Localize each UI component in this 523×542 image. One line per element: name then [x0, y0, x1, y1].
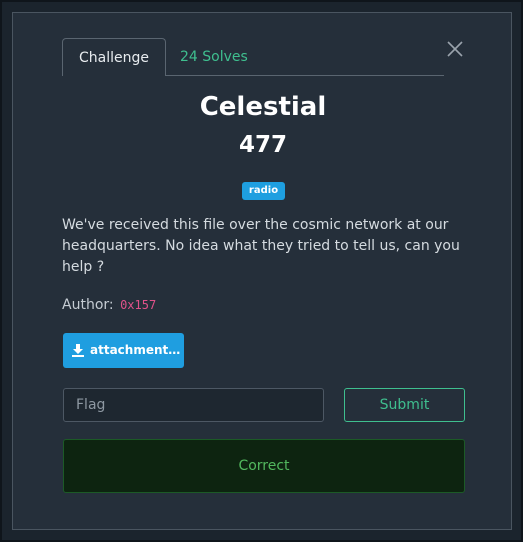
challenge-points: 477: [238, 132, 287, 158]
author-name: 0x157: [120, 298, 157, 312]
attachment-label: attachment…: [90, 343, 181, 357]
challenge-description: We've received this file over the cosmic…: [62, 217, 460, 275]
submit-button[interactable]: Submit: [344, 388, 465, 422]
tab-solves[interactable]: 24 Solves: [180, 38, 248, 76]
author-label: Author:: [62, 297, 114, 313]
category-tag: radio: [242, 182, 285, 200]
close-icon: [447, 41, 463, 57]
attachment-button[interactable]: attachment…: [63, 333, 184, 368]
close-button[interactable]: [445, 39, 465, 59]
tab-challenge[interactable]: Challenge: [62, 38, 166, 76]
author-line: Author: 0x157: [62, 297, 156, 313]
challenge-title: Celestial: [199, 92, 327, 122]
result-message: Correct: [63, 439, 465, 493]
download-icon: [72, 344, 84, 357]
challenge-modal: Challenge 24 Solves Celestial 477 radio …: [12, 12, 512, 530]
modal-tabs: Challenge 24 Solves: [62, 38, 444, 76]
flag-input[interactable]: [63, 388, 324, 422]
